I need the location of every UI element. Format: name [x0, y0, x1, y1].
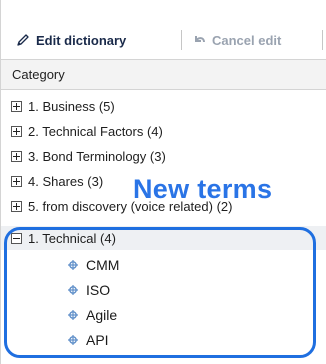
collapse-icon[interactable] [11, 232, 22, 244]
term-icon [68, 285, 78, 295]
tree-node-label: 1. Technical (4) [28, 230, 116, 246]
cancel-edit-button[interactable]: Cancel edit [192, 30, 281, 50]
edit-dictionary-label: Edit dictionary [36, 32, 127, 48]
expand-icon[interactable] [11, 100, 22, 112]
edit-dictionary-button[interactable]: Edit dictionary [16, 30, 126, 50]
cancel-edit-label: Cancel edit [212, 32, 282, 48]
term-icon [68, 260, 78, 270]
dictionary-panel: Edit dictionary Cancel edit Category 1. … [0, 0, 326, 364]
column-header-category[interactable]: Category [0, 60, 326, 90]
tree-node-label: 3. Bond Terminology (3) [28, 148, 166, 164]
tree-node-selected[interactable]: 1. Technical (4) [1, 226, 326, 250]
tree-node[interactable]: 1. Business (5) [1, 94, 326, 118]
expand-icon[interactable] [11, 175, 22, 187]
term-label: CMM [86, 257, 120, 273]
term-item[interactable]: ISO [1, 278, 326, 302]
pencil-icon [17, 34, 29, 46]
expand-icon[interactable] [11, 150, 22, 162]
tree-node-label: 4. Shares (3) [28, 173, 104, 189]
category-tree: 1. Business (5) 2. Technical Factors (4)… [0, 90, 326, 364]
expand-icon[interactable] [11, 200, 22, 212]
term-item[interactable]: Agile [1, 303, 326, 327]
term-label: API [86, 332, 109, 348]
tree-node[interactable]: 3. Bond Terminology (3) [1, 144, 326, 168]
tree-node[interactable]: 2. Technical Factors (4) [1, 119, 326, 143]
new-terms-annotation: New terms [133, 174, 273, 204]
term-label: Agile [86, 307, 118, 323]
undo-icon [195, 36, 205, 43]
term-icon [68, 310, 78, 320]
term-item[interactable]: API [1, 328, 326, 352]
tree-node-label: 1. Business (5) [28, 98, 115, 114]
toolbar-divider [181, 30, 182, 50]
term-label: ISO [86, 282, 111, 298]
column-header-label: Category [12, 67, 65, 82]
tree-node-label: 2. Technical Factors (4) [28, 123, 163, 139]
term-icon [68, 335, 78, 345]
toolbar-divider [322, 30, 323, 50]
expand-icon[interactable] [11, 125, 22, 137]
toolbar: Edit dictionary Cancel edit [0, 0, 326, 60]
term-item[interactable]: CMM [1, 253, 326, 277]
